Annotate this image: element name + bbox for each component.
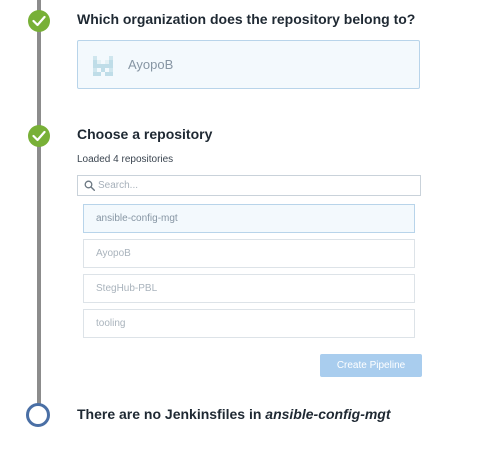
repositories-loaded-count: Loaded 4 repositories <box>77 154 174 165</box>
step-title-organization: Which organization does the repository b… <box>77 11 416 27</box>
organization-avatar-icon <box>93 56 113 76</box>
step-complete-check-icon <box>28 125 50 147</box>
organization-name: AyopoB <box>128 57 174 72</box>
step-title-jenkinsfiles-text: There are no Jenkinsfiles in <box>77 406 266 422</box>
repository-list: ansible-config-mgt AyopoB StegHub-PBL to… <box>83 204 415 344</box>
pipeline-creation-page: Which organization does the repository b… <box>0 0 479 457</box>
repository-search-input[interactable] <box>98 177 408 194</box>
search-icon <box>84 180 95 191</box>
repository-search-box[interactable] <box>77 175 421 196</box>
step-title-repo-name: ansible-config-mgt <box>265 406 391 422</box>
create-pipeline-button[interactable]: Create Pipeline <box>320 354 422 377</box>
timeline-line <box>37 0 41 404</box>
step-title-repository: Choose a repository <box>77 126 213 142</box>
step-pending-circle-icon <box>26 403 50 427</box>
repository-item-tooling[interactable]: tooling <box>83 309 415 338</box>
repository-item-ayopob[interactable]: AyopoB <box>83 239 415 268</box>
step-complete-check-icon <box>28 10 50 32</box>
step-title-jenkinsfiles: There are no Jenkinsfiles in ansible-con… <box>77 406 391 422</box>
repository-item-steghub-pbl[interactable]: StegHub-PBL <box>83 274 415 303</box>
repository-item-ansible-config-mgt[interactable]: ansible-config-mgt <box>83 204 415 233</box>
organization-card[interactable]: AyopoB <box>77 40 420 89</box>
